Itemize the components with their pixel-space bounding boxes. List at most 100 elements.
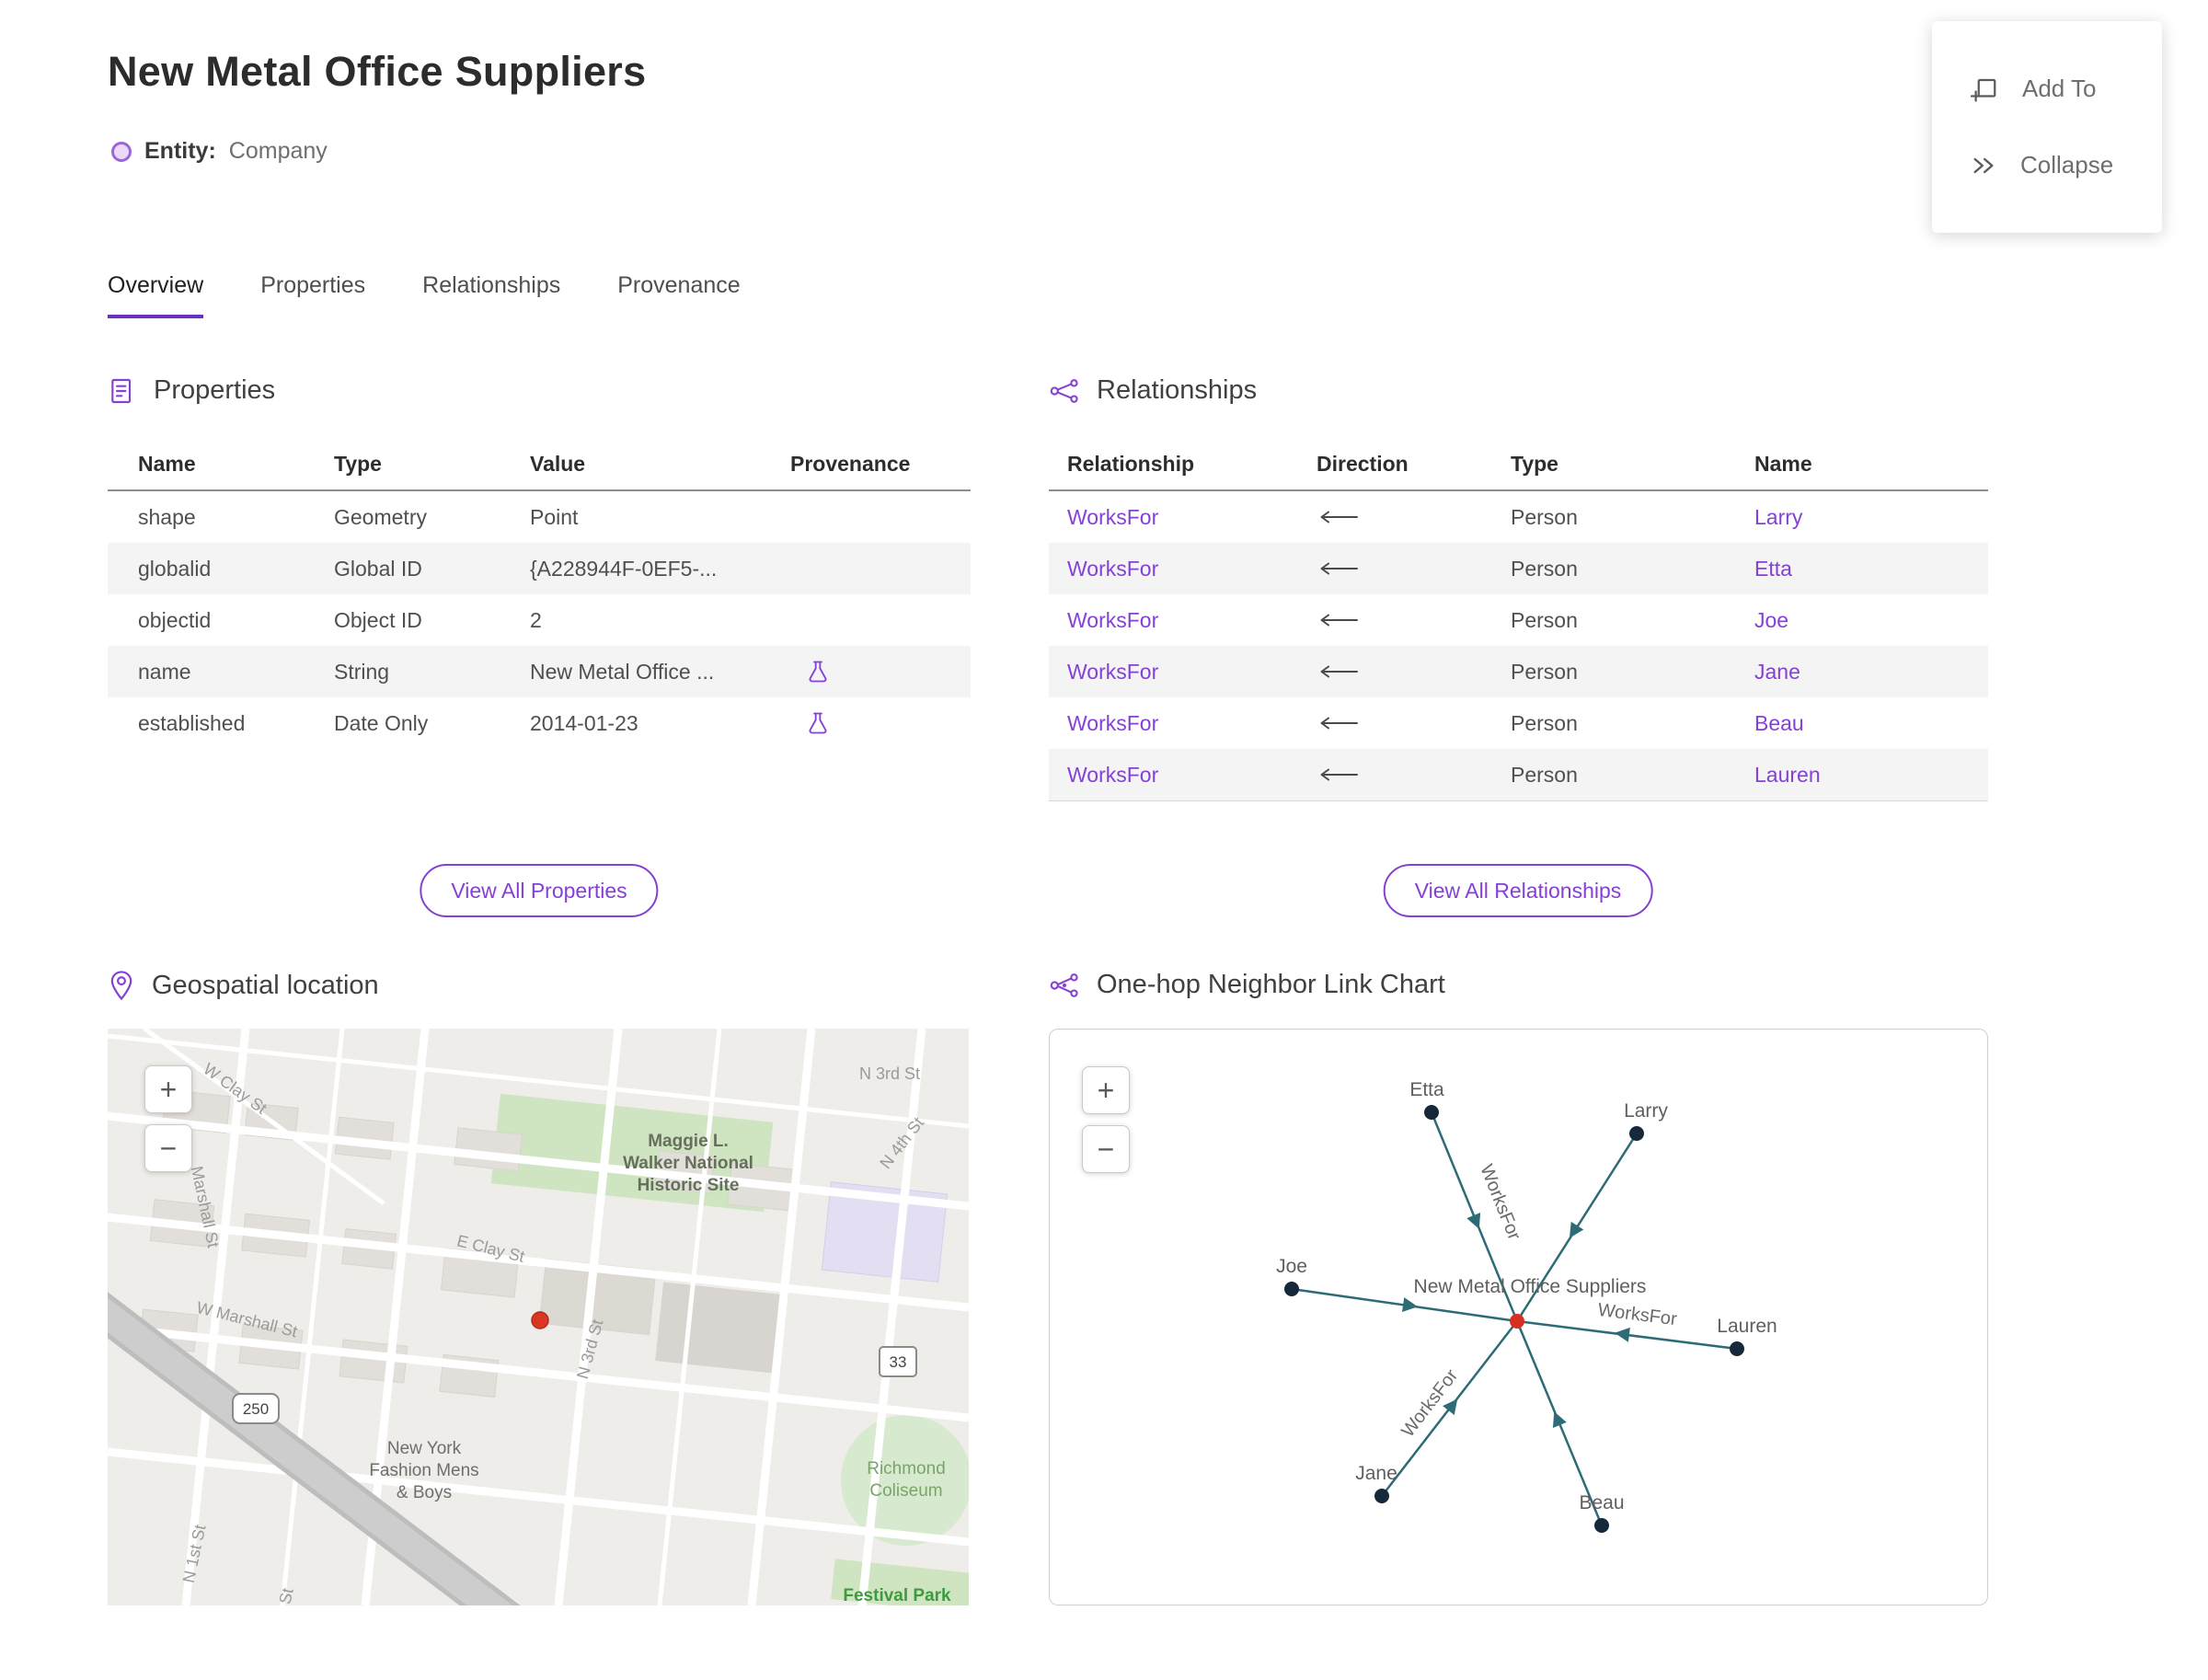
property-name: name — [138, 659, 191, 684]
tab-bar: Overview Properties Relationships Proven… — [108, 272, 741, 318]
poi-label: Coliseum — [869, 1481, 942, 1501]
relationship-link[interactable]: WorksFor — [1067, 505, 1158, 529]
table-row: WorksFor Person Etta — [1049, 543, 1988, 594]
tab-provenance[interactable]: Provenance — [617, 272, 740, 318]
table-row: WorksFor Person Jane — [1049, 646, 1988, 697]
relationships-section-title: Relationships — [1097, 375, 1258, 405]
center-node-label: New Metal Office Suppliers — [1414, 1276, 1647, 1297]
node-label: Jane — [1355, 1463, 1397, 1484]
relationships-section-heading: Relationships — [1049, 375, 1257, 406]
related-entity-type: Person — [1511, 710, 1578, 735]
node-larry[interactable] — [1629, 1126, 1644, 1141]
relationship-link[interactable]: WorksFor — [1067, 557, 1158, 581]
property-value: {A228944F-0EF5-... — [530, 556, 718, 581]
table-row: established Date Only 2014-01-23 — [108, 697, 971, 749]
node-label: Beau — [1579, 1492, 1624, 1513]
table-row: WorksFor Person Larry — [1049, 491, 1988, 543]
view-all-properties-button[interactable]: View All Properties — [420, 864, 659, 917]
node-lauren[interactable] — [1730, 1341, 1744, 1356]
collapse-button[interactable]: Collapse — [1971, 151, 2162, 179]
related-entity-type: Person — [1511, 607, 1578, 632]
property-type: String — [334, 659, 390, 684]
property-type: Object ID — [334, 607, 422, 632]
tab-overview[interactable]: Overview — [108, 272, 204, 318]
add-to-icon — [1971, 78, 1996, 102]
column-header-type: Type — [1511, 451, 1558, 476]
poi-label: Maggie L. — [648, 1132, 729, 1151]
related-entity-link[interactable]: Beau — [1754, 711, 1804, 735]
node-beau[interactable] — [1594, 1518, 1609, 1533]
arrow-left-icon — [1317, 510, 1511, 524]
arrow-left-icon — [1317, 716, 1511, 731]
table-row: globalid Global ID {A228944F-0EF5-... — [108, 543, 971, 594]
column-header-name: Name — [138, 451, 196, 476]
view-all-relationships-button[interactable]: View All Relationships — [1383, 864, 1653, 917]
table-row: WorksFor Person Joe — [1049, 594, 1988, 646]
related-entity-link[interactable]: Joe — [1754, 608, 1788, 632]
relationship-link[interactable]: WorksFor — [1067, 660, 1158, 684]
column-header-name: Name — [1754, 451, 1812, 476]
node-center[interactable] — [1510, 1314, 1524, 1329]
related-entity-type: Person — [1511, 556, 1578, 581]
column-header-relationship: Relationship — [1067, 451, 1195, 476]
related-entity-link[interactable]: Lauren — [1754, 763, 1821, 787]
link-chart-section-title: One-hop Neighbor Link Chart — [1097, 970, 1445, 999]
node-joe[interactable] — [1284, 1282, 1299, 1296]
table-row: name String New Metal Office ... — [108, 646, 971, 697]
property-name: globalid — [138, 556, 212, 581]
related-entity-type: Person — [1511, 504, 1578, 529]
table-row: WorksFor Person Beau — [1049, 697, 1988, 749]
provenance-flask-icon[interactable] — [805, 659, 831, 685]
property-type: Global ID — [334, 556, 422, 581]
properties-table-header: Name Type Value Provenance — [108, 438, 971, 491]
add-to-button[interactable]: Add To — [1971, 75, 2162, 103]
zoom-in-button[interactable]: + — [144, 1065, 192, 1113]
relationship-link[interactable]: WorksFor — [1067, 608, 1158, 632]
zoom-out-button[interactable]: − — [144, 1124, 192, 1172]
map-pin-icon — [110, 971, 132, 1001]
poi-label: Historic Site — [638, 1176, 740, 1195]
tab-properties[interactable]: Properties — [260, 272, 365, 318]
tab-relationships[interactable]: Relationships — [422, 272, 560, 318]
entity-label: Entity: — [144, 138, 216, 164]
relationship-link[interactable]: WorksFor — [1067, 763, 1158, 787]
zoom-in-button[interactable]: + — [1082, 1066, 1130, 1114]
node-jane[interactable] — [1374, 1489, 1389, 1503]
related-entity-type: Person — [1511, 659, 1578, 684]
properties-table: Name Type Value Provenance shape Geometr… — [108, 438, 971, 749]
property-name: shape — [138, 504, 196, 529]
related-entity-link[interactable]: Etta — [1754, 557, 1792, 581]
location-marker[interactable] — [531, 1311, 549, 1329]
entity-badge: Entity: Company — [111, 138, 328, 165]
related-entity-link[interactable]: Larry — [1754, 505, 1802, 529]
network-icon — [1050, 378, 1078, 403]
poi-label: Festival Park — [843, 1586, 951, 1605]
map-canvas[interactable]: + − N 3rd St N 4th St Maggie L. Walker N… — [108, 1029, 969, 1605]
property-value: New Metal Office ... — [530, 659, 715, 684]
poi-label: Fashion Mens — [369, 1461, 478, 1480]
related-entity-type: Person — [1511, 762, 1578, 787]
relationships-table-header: Relationship Direction Type Name — [1049, 438, 1988, 491]
poi-label: & Boys — [397, 1483, 452, 1502]
document-icon — [111, 378, 132, 403]
provenance-flask-icon[interactable] — [805, 710, 831, 736]
edge-label: WorksFor — [1476, 1162, 1524, 1244]
coliseum-area — [841, 1415, 969, 1546]
street-label: N 3rd St — [859, 1064, 920, 1083]
zoom-out-button[interactable]: − — [1082, 1125, 1130, 1173]
node-label: Joe — [1276, 1256, 1307, 1277]
node-label: Lauren — [1717, 1316, 1777, 1337]
column-header-provenance: Provenance — [790, 451, 911, 476]
poi-label: New York — [387, 1439, 462, 1458]
arrow-left-icon — [1317, 561, 1511, 576]
property-name: objectid — [138, 607, 212, 632]
node-etta[interactable] — [1424, 1105, 1439, 1120]
relationship-link[interactable]: WorksFor — [1067, 711, 1158, 735]
properties-section-heading: Properties — [108, 375, 275, 406]
property-name: established — [138, 710, 246, 735]
related-entity-link[interactable]: Jane — [1754, 660, 1800, 684]
link-chart-svg: WorksFor WorksFor WorksFor Etta Larry Jo… — [1276, 1079, 1777, 1533]
page-title: New Metal Office Suppliers — [108, 48, 647, 95]
link-chart-canvas[interactable]: + − WorksFor WorksFor WorksFor Etta Larr… — [1049, 1029, 1988, 1605]
property-value: 2014-01-23 — [530, 710, 638, 735]
